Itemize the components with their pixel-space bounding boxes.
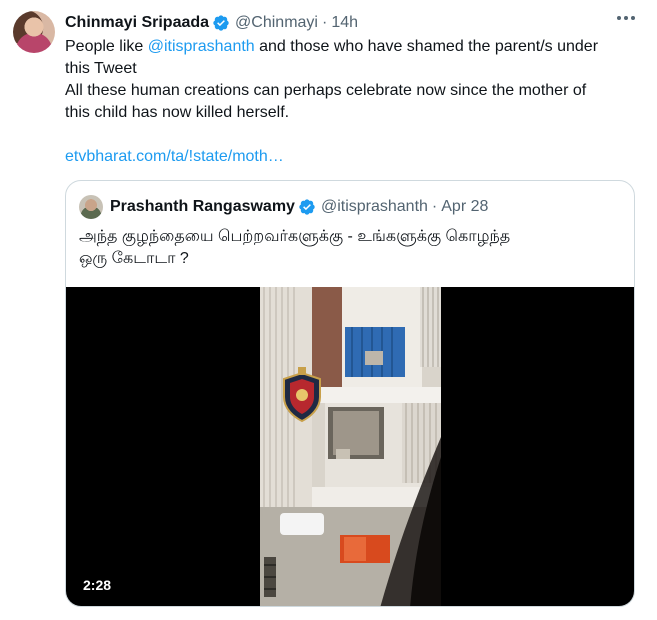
tweet[interactable]: Chinmayi Sripaada @Chinmayi · 14h People…	[0, 0, 657, 620]
tweet-text-prefix: People like	[65, 38, 148, 55]
verified-badge-icon[interactable]	[298, 198, 316, 216]
mention-link[interactable]: @itisprashanth	[148, 38, 255, 55]
video-player[interactable]: 2:28	[66, 287, 634, 606]
tweet-header: Chinmayi Sripaada @Chinmayi · 14h	[65, 12, 358, 34]
author-handle[interactable]: @Chinmayi	[235, 14, 318, 32]
quoted-text-line-1: அந்த குழந்தையை பெற்றவர்களுக்கு - உங்களுக…	[79, 228, 511, 245]
video-still-image	[260, 287, 441, 606]
quoted-header-separator: ·	[431, 198, 438, 215]
tweet-text-line-2: this Tweet	[65, 60, 137, 77]
quoted-author-avatar[interactable]	[79, 195, 103, 219]
quoted-tweet-text: அந்த குழந்தையை பெற்றவர்களுக்கு - உங்களுக…	[79, 226, 619, 270]
article-link[interactable]: etvbharat.com/ta/!state/moth…	[65, 146, 635, 168]
tweet-text-suffix: and those who have shamed the parent/s u…	[254, 38, 599, 55]
quoted-author-handle[interactable]: @itisprashanth	[321, 198, 428, 216]
tweet-timestamp[interactable]: 14h	[331, 14, 358, 32]
quoted-tweet-date[interactable]: Apr 28	[441, 198, 488, 216]
quoted-text-line-2: ஒரு கேடாடா ?	[79, 250, 189, 267]
video-duration: 2:28	[78, 576, 117, 594]
tweet-text-line-1: People like @itisprashanth and those who…	[65, 36, 635, 58]
quoted-tweet-header: Prashanth Rangaswamy @itisprashanth · Ap…	[110, 197, 488, 217]
quoted-tweet[interactable]: Prashanth Rangaswamy @itisprashanth · Ap…	[65, 180, 635, 607]
more-options-icon[interactable]	[617, 16, 635, 20]
tweet-text-line-3: All these human creations can perhaps ce…	[65, 82, 587, 99]
quoted-author-display-name[interactable]: Prashanth Rangaswamy	[110, 198, 295, 216]
verified-badge-icon[interactable]	[212, 14, 230, 32]
video-frame	[260, 287, 441, 606]
author-display-name[interactable]: Chinmayi Sripaada	[65, 14, 209, 32]
tweet-text-line-4: this child has now killed herself.	[65, 104, 290, 121]
header-separator: ·	[321, 14, 328, 31]
author-avatar[interactable]	[13, 11, 55, 53]
tweet-text: People like @itisprashanth and those who…	[65, 36, 635, 168]
